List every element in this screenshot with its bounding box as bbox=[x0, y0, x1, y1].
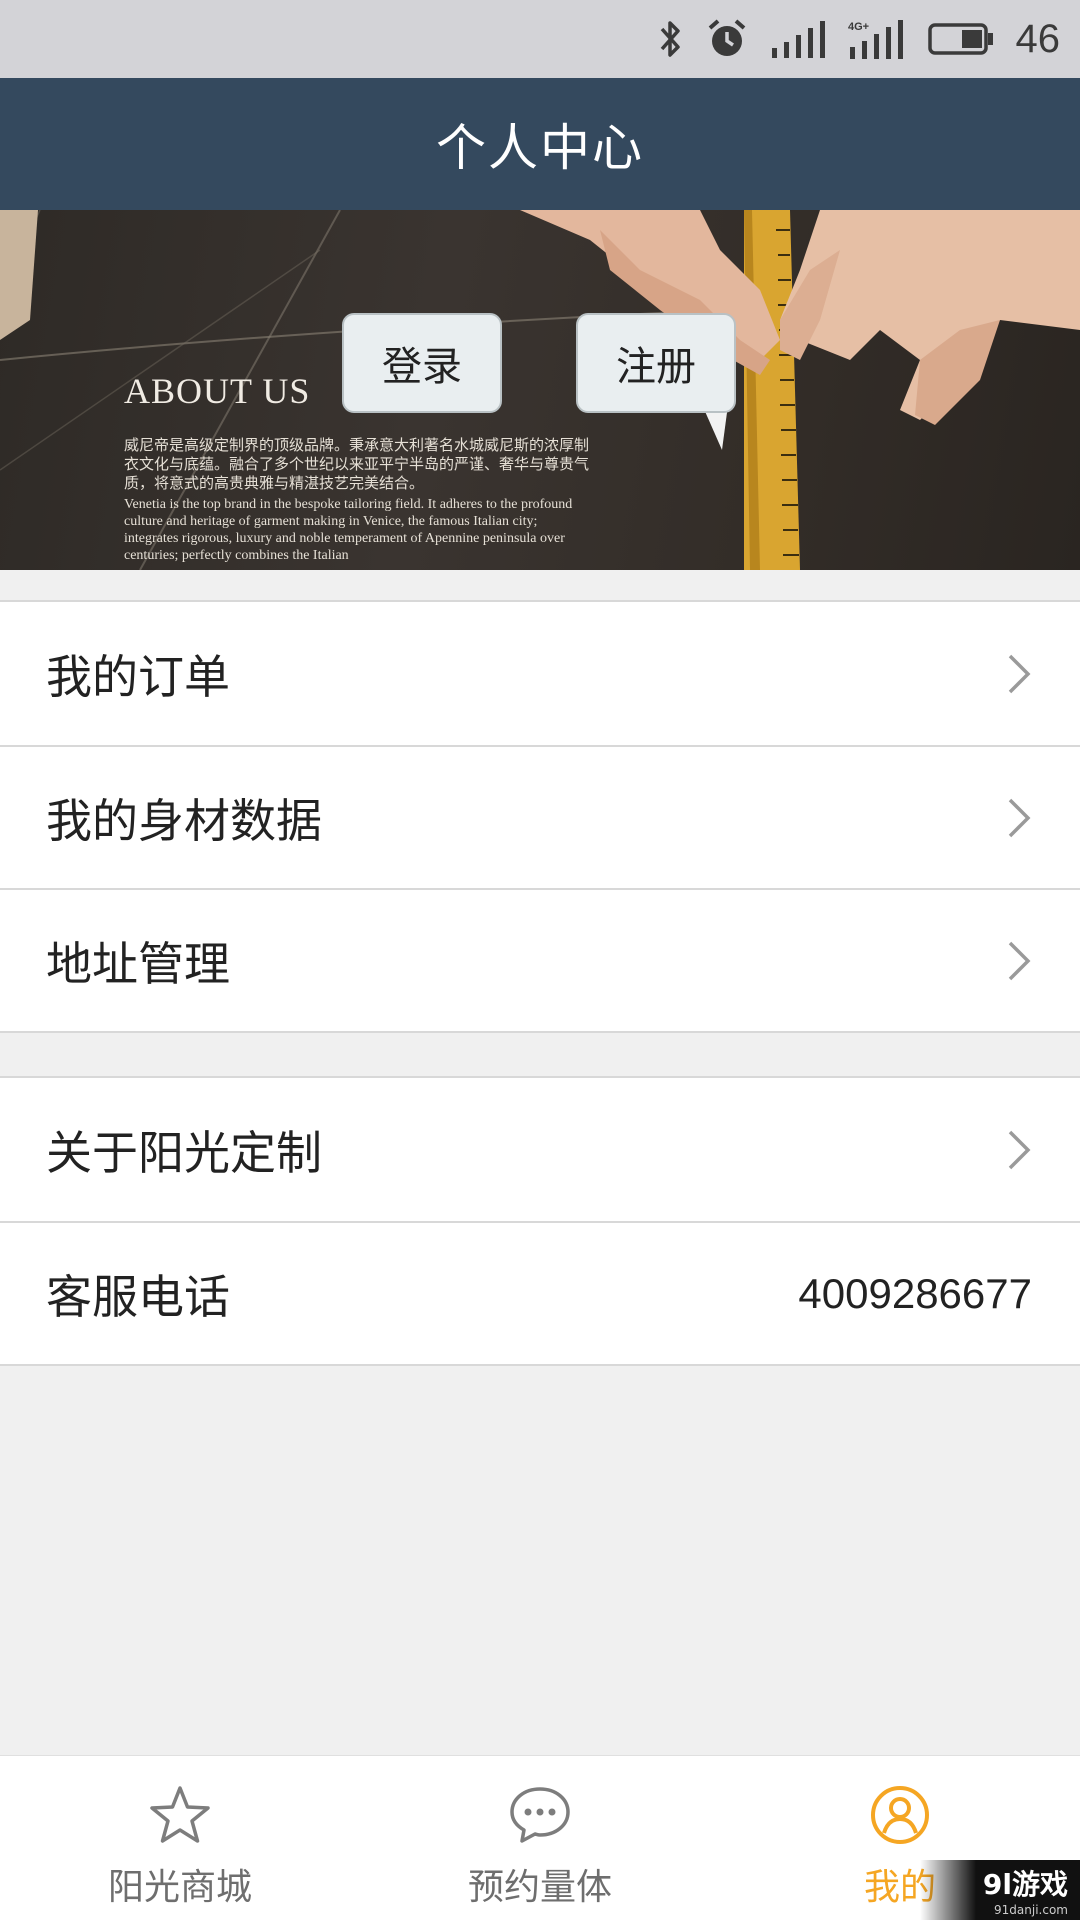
menu-item-label: 我的订单 bbox=[46, 649, 230, 704]
register-button[interactable]: 注册 bbox=[576, 313, 736, 413]
watermark-site: 91danji.com bbox=[994, 1903, 1068, 1917]
menu-item-label: 我的身材数据 bbox=[46, 793, 322, 848]
chevron-right-icon bbox=[1008, 798, 1031, 837]
menu-item-body-data[interactable]: 我的身材数据 bbox=[0, 745, 1080, 888]
chevron-right-icon bbox=[1008, 1130, 1031, 1169]
bottom-tab-bar: 阳光商城 预约量体 我的 9l游戏 91danji.com bbox=[0, 1755, 1080, 1920]
menu-item-label: 关于阳光定制 bbox=[46, 1125, 322, 1180]
chat-bubble-icon bbox=[510, 1787, 570, 1843]
tab-label: 预约量体 bbox=[467, 1867, 612, 1908]
svg-text:4G+: 4G+ bbox=[848, 21, 869, 33]
menu-item-label: 地址管理 bbox=[46, 936, 230, 991]
tab-appointment[interactable]: 预约量体 bbox=[360, 1756, 720, 1920]
about-text-chinese: 威尼帝是高级定制界的顶级品牌。秉承意大利著名水城威尼斯的浓厚制衣文化与底蕴。融合… bbox=[124, 436, 590, 492]
chevron-right-icon bbox=[1008, 654, 1031, 693]
title-bar: 个人中心 bbox=[0, 78, 1080, 210]
about-text-english: Venetia is the top brand in the bespoke … bbox=[124, 497, 573, 563]
signal-icon bbox=[771, 21, 825, 58]
page-title: 个人中心 bbox=[436, 119, 644, 177]
watermark-brand: 9l游戏 bbox=[982, 1868, 1068, 1901]
battery-level: 46 bbox=[1015, 16, 1061, 61]
tab-label: 阳光商城 bbox=[107, 1867, 252, 1908]
info-menu: 关于阳光定制 客服电话 4009286677 bbox=[0, 1076, 1080, 1366]
login-button[interactable]: 登录 bbox=[342, 313, 502, 413]
user-icon bbox=[871, 1786, 929, 1844]
alarm-icon bbox=[708, 19, 745, 56]
menu-item-about[interactable]: 关于阳光定制 bbox=[0, 1078, 1080, 1221]
about-banner: ABOUT US 威尼帝是高级定制界的顶级品牌。秉承意大利著名水城威尼斯的浓厚制… bbox=[0, 210, 1080, 570]
chevron-right-icon bbox=[1008, 941, 1031, 980]
tab-shop[interactable]: 阳光商城 bbox=[0, 1756, 360, 1920]
watermark-logo: 9l游戏 91danji.com bbox=[920, 1860, 1080, 1920]
account-menu: 我的订单 我的身材数据 地址管理 bbox=[0, 600, 1080, 1033]
menu-item-label: 客服电话 bbox=[46, 1269, 230, 1324]
signal-4g-icon: 4G+ bbox=[848, 20, 903, 59]
about-heading: ABOUT US bbox=[124, 371, 311, 411]
menu-item-customer-service[interactable]: 客服电话 4009286677 bbox=[0, 1221, 1080, 1364]
battery-icon bbox=[927, 23, 993, 55]
star-icon bbox=[150, 1786, 210, 1843]
customer-service-phone[interactable]: 4009286677 bbox=[798, 1270, 1032, 1318]
menu-item-my-orders[interactable]: 我的订单 bbox=[0, 602, 1080, 745]
bluetooth-icon bbox=[660, 21, 680, 57]
status-bar: 4G+ 46 bbox=[0, 0, 1080, 78]
menu-item-address-management[interactable]: 地址管理 bbox=[0, 888, 1080, 1031]
